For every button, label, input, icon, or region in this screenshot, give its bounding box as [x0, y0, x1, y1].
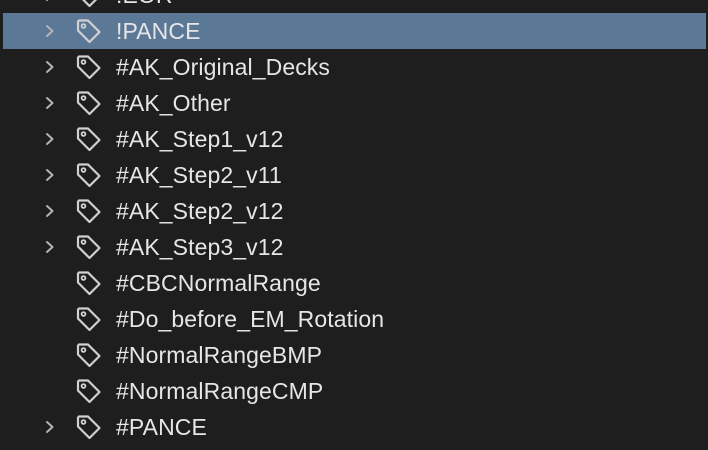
tag-tree-item[interactable]: #Do_before_EM_Rotation [0, 301, 708, 337]
tag-icon [75, 234, 103, 260]
tag-tree-item-label: !EOR [116, 0, 173, 8]
tag-tree-item[interactable]: #AK_Other [0, 85, 708, 121]
chevron-right-icon[interactable] [43, 60, 57, 74]
tag-icon [75, 342, 103, 368]
tag-icon [75, 0, 103, 8]
tag-icon [75, 90, 103, 116]
tag-icon [75, 306, 103, 332]
chevron-right-icon[interactable] [43, 0, 57, 2]
tag-tree-item-label: #AK_Step2_v11 [116, 162, 282, 188]
tag-tree-item[interactable]: #AK_Step1_v12 [0, 121, 708, 157]
tag-icon [75, 198, 103, 224]
tag-icon [75, 126, 103, 152]
tag-tree-item-label: #AK_Step1_v12 [116, 126, 284, 152]
tag-tree-item-label: #AK_Step3_v12 [116, 234, 284, 260]
chevron-right-icon[interactable] [43, 96, 57, 110]
tag-icon [75, 18, 103, 44]
chevron-right-icon[interactable] [43, 204, 57, 218]
tag-tree-item[interactable]: #CBCNormalRange [0, 265, 708, 301]
tag-tree-item[interactable]: #NormalRangeBMP [0, 337, 708, 373]
tag-tree-item[interactable]: #AK_Step3_v12 [0, 229, 708, 265]
tag-tree-item[interactable]: #AK_Step2_v12 [0, 193, 708, 229]
tag-tree-item-label: #AK_Other [116, 90, 231, 116]
chevron-right-icon[interactable] [43, 24, 57, 38]
tag-icon [75, 54, 103, 80]
tag-tree-item-label: !PANCE [116, 18, 201, 44]
tag-tree-item[interactable]: #AK_Original_Decks [0, 49, 708, 85]
tag-tree-item[interactable]: #NormalRangeCMP [0, 373, 708, 409]
tag-tree-item[interactable]: !PANCE [3, 13, 706, 49]
tag-icon [75, 414, 103, 440]
tag-tree-item[interactable]: !EOR [0, 0, 708, 13]
tag-tree: !EOR !PANCE #AK_Original_Decks #AK_Other #AK… [0, 0, 708, 445]
tag-tree-item-label: #Do_before_EM_Rotation [116, 306, 385, 332]
tag-icon [75, 378, 103, 404]
tag-tree-item-label: #PANCE [116, 414, 207, 440]
tag-icon [75, 162, 103, 188]
chevron-right-icon[interactable] [43, 168, 57, 182]
chevron-right-icon[interactable] [43, 132, 57, 146]
chevron-right-icon[interactable] [43, 420, 57, 434]
tag-tree-item[interactable]: #AK_Step2_v11 [0, 157, 708, 193]
tag-tree-item-label: #NormalRangeBMP [116, 342, 323, 368]
chevron-right-icon[interactable] [43, 240, 57, 254]
tag-tree-item-label: #AK_Step2_v12 [116, 198, 284, 224]
tag-tree-item-label: #NormalRangeCMP [116, 378, 324, 404]
tag-tree-item-label: #AK_Original_Decks [116, 54, 331, 80]
tag-icon [75, 270, 103, 296]
tag-tree-item[interactable]: #PANCE [0, 409, 708, 445]
tag-tree-item-label: #CBCNormalRange [116, 270, 321, 296]
